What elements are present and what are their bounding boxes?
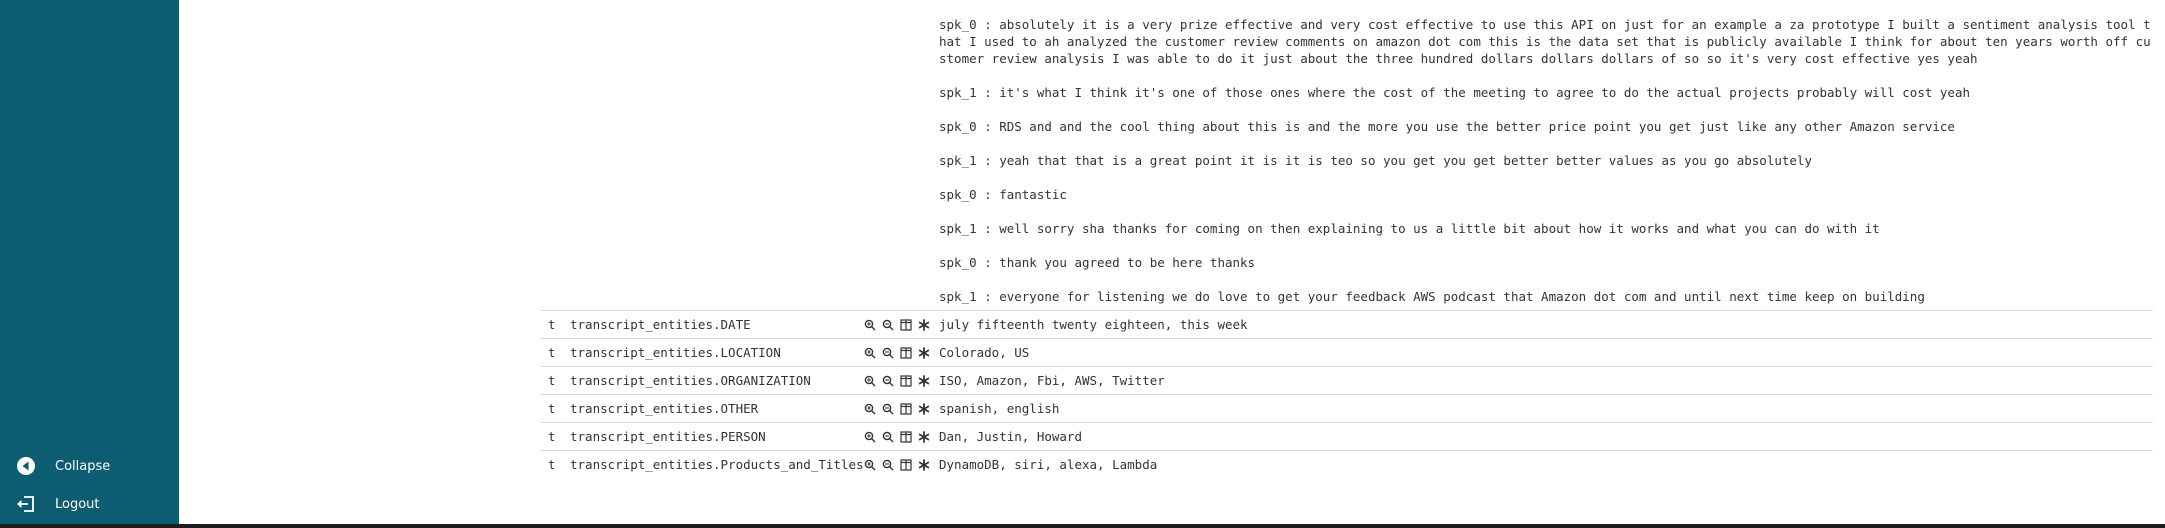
zoom-in-icon[interactable] [862,345,878,361]
zoom-in-icon[interactable] [862,401,878,417]
field-name: transcript_entities.OTHER [570,401,759,416]
entity-table: t transcript_entities.DATE july fifteenth … [540,310,2153,478]
field-value: DynamoDB, siri, alexa, Lambda [939,457,1158,472]
transcript-line: spk_0 : absolutely it is a very prize ef… [939,17,2151,66]
columns-icon[interactable] [898,429,914,445]
columns-icon[interactable] [898,373,914,389]
zoom-out-icon[interactable] [880,457,896,473]
field-type: t [548,429,556,444]
zoom-out-icon[interactable] [880,345,896,361]
zoom-out-icon[interactable] [880,429,896,445]
field-type: t [548,345,556,360]
field-name: transcript_entities.LOCATION [570,345,781,360]
collapse-button[interactable]: Collapse [16,454,110,478]
columns-icon[interactable] [898,401,914,417]
field-value: Dan, Justin, Howard [939,429,1082,444]
columns-icon[interactable] [898,345,914,361]
field-name: transcript_entities.Products_and_Titles [570,457,864,472]
logout-label: Logout [55,496,100,512]
entity-row: t transcript_entities.DATE july fifteenth … [540,310,2153,338]
asterisk-icon[interactable] [916,457,932,473]
field-name: transcript_entities.ORGANIZATION [570,373,811,388]
logout-button[interactable]: Logout [16,492,100,516]
transcript-line: spk_1 : it's what I think it's one of th… [939,85,1971,100]
transcript-line: spk_0 : RDS and and the cool thing about… [939,119,1955,134]
field-value: ISO, Amazon, Fbi, AWS, Twitter [939,373,1165,388]
field-actions [862,339,932,366]
transcript-line: spk_0 : fantastic [939,187,1067,202]
transcript-line: spk_1 : yeah that that is a great point … [939,153,1812,168]
field-value: Colorado, US [939,345,1030,360]
zoom-in-icon[interactable] [862,429,878,445]
entity-row: t transcript_entities.Products_and_Titles… [540,450,2153,478]
window-bottom-border [0,524,2165,528]
entity-row: t transcript_entities.ORGANIZATION ISO, Am… [540,366,2153,394]
entity-row: t transcript_entities.OTHER spanish, engli… [540,394,2153,422]
asterisk-icon[interactable] [916,429,932,445]
zoom-in-icon[interactable] [862,317,878,333]
entity-row: t transcript_entities.PERSON Dan, Justin, … [540,422,2153,450]
sidebar: Collapse Logout [0,0,179,524]
asterisk-icon[interactable] [916,317,932,333]
transcript-text: spk_0 : absolutely it is a very prize ef… [939,16,2151,322]
field-actions [862,451,932,478]
field-value: spanish, english [939,401,1060,416]
columns-icon[interactable] [898,457,914,473]
transcript-line: spk_0 : thank you agreed to be here than… [939,255,1256,270]
circle-left-arrow-icon [16,456,36,476]
asterisk-icon[interactable] [916,373,932,389]
field-name: transcript_entities.PERSON [570,429,766,444]
transcript-line: spk_1 : well sorry sha thanks for coming… [939,221,1880,236]
asterisk-icon[interactable] [916,401,932,417]
field-type: t [548,373,556,388]
field-type: t [548,401,556,416]
zoom-out-icon[interactable] [880,401,896,417]
entity-row: t transcript_entities.LOCATION Colorado, U… [540,338,2153,366]
field-name: transcript_entities.DATE [570,317,751,332]
field-type: t [548,317,556,332]
field-type: t [548,457,556,472]
zoom-in-icon[interactable] [862,373,878,389]
transcript-line: spk_1 : everyone for listening we do lov… [939,289,1925,304]
field-actions [862,367,932,394]
field-actions [862,311,932,338]
zoom-out-icon[interactable] [880,317,896,333]
field-value: july fifteenth twenty eighteen, this wee… [939,317,1248,332]
logout-icon [16,494,36,514]
columns-icon[interactable] [898,317,914,333]
collapse-label: Collapse [55,458,111,474]
field-actions [862,395,932,422]
asterisk-icon[interactable] [916,345,932,361]
field-actions [862,423,932,450]
zoom-in-icon[interactable] [862,457,878,473]
zoom-out-icon[interactable] [880,373,896,389]
